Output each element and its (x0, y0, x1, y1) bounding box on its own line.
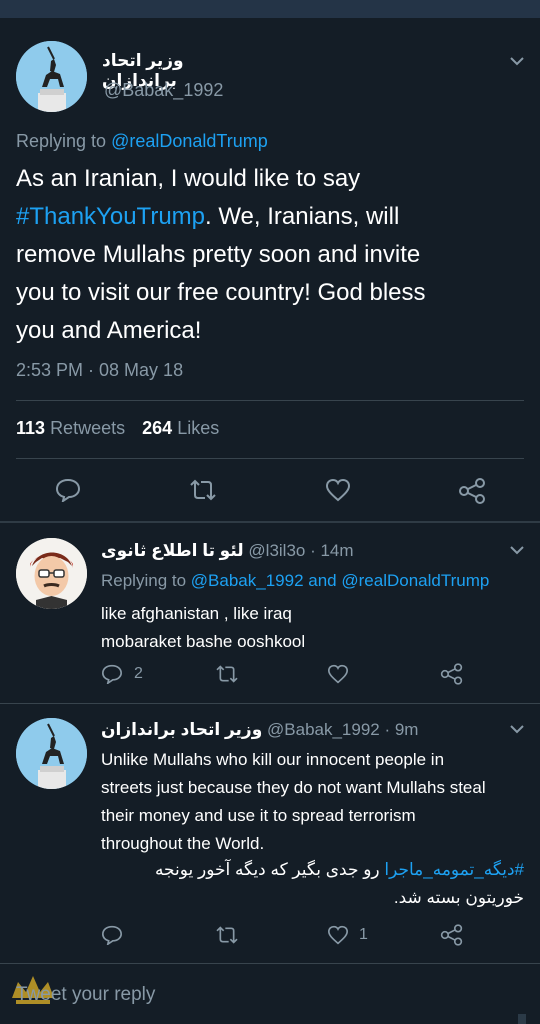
reply-line: like afghanistan , like iraq (101, 604, 292, 623)
tweet-line: #ThankYouTrump. We, Iranians, will (16, 198, 516, 236)
handle-time[interactable]: @l3il3o · 14m (248, 541, 353, 560)
display-name[interactable]: لئو تا اطلاع ثانوی (101, 541, 244, 560)
replying-to-link[interactable]: @realDonaldTrump (341, 571, 489, 590)
retweets-label[interactable]: Retweets (50, 418, 125, 438)
replying-and: and (308, 571, 337, 590)
replying-to: Replying to @realDonaldTrump (16, 131, 268, 152)
replying-to-link[interactable]: @realDonaldTrump (111, 131, 268, 151)
tweet-line: remove Mullahs pretty soon and invite (16, 236, 516, 274)
reply-icon[interactable] (55, 478, 81, 502)
divider (0, 703, 540, 704)
scroll-indicator (518, 1014, 526, 1024)
reply-line: throughout the World. (101, 834, 265, 853)
section-divider (0, 521, 540, 523)
tweet-text-segment: As an Iranian, I would like to say (16, 165, 361, 192)
reply-header: وزیر اتحاد براندازان @Babak_1992 · 9m (101, 720, 418, 740)
persian-text: #دیگه_تمومه_ماجرا رو جدی بگیر که دیگه آخ… (101, 856, 524, 912)
timestamp: 2:53 PM · 08 May 18 (16, 360, 184, 380)
like-icon[interactable] (327, 664, 349, 684)
share-icon[interactable] (440, 924, 463, 946)
replying-prefix: Replying to (16, 131, 107, 151)
tweet-text-segment: you to visit our free country! God bless (16, 279, 426, 306)
like-count: 1 (359, 926, 368, 943)
avatar[interactable] (16, 718, 87, 789)
reply-input[interactable]: Tweet your reply (16, 984, 155, 1006)
cartoon-face-avatar-icon (16, 538, 87, 609)
persian-text-segment: رو جدی بگیر که دیگه آخور یونجه (154, 860, 385, 879)
replying-to-link[interactable]: @Babak_1992 (191, 571, 304, 590)
replying-to: Replying to @Babak_1992 and @realDonaldT… (101, 571, 489, 591)
tweet-line: you and America! (16, 312, 516, 350)
reply-line: streets just because they do not want Mu… (101, 778, 486, 797)
like-icon[interactable] (327, 925, 349, 945)
tweet-text-segment: . We, Iranians, will (205, 203, 400, 230)
reply-line: mobaraket bashe ooshkool (101, 632, 306, 651)
tweet-text-segment: remove Mullahs pretty soon and invite (16, 241, 421, 268)
reply-header: لئو تا اطلاع ثانوی @l3il3o · 14m (101, 541, 354, 561)
avatar[interactable] (16, 538, 87, 609)
tweet-line: As an Iranian, I would like to say (16, 160, 516, 198)
reply-line: Unlike Mullahs who kill our innocent peo… (101, 750, 445, 769)
likes-count[interactable]: 264 (142, 418, 172, 438)
chevron-down-icon[interactable] (510, 545, 524, 555)
tweet-text-segment: you and America! (16, 317, 202, 344)
replying-prefix: Replying to (101, 571, 187, 590)
persian-line: #دیگه_تمومه_ماجرا رو جدی بگیر که دیگه آخ… (101, 856, 524, 884)
retweet-icon[interactable] (214, 925, 240, 945)
reply-icon[interactable] (101, 664, 123, 684)
hashtag-link[interactable]: #دیگه_تمومه_ماجرا (384, 860, 524, 879)
share-icon[interactable] (458, 478, 486, 504)
handle[interactable]: @Babak_1992 (104, 80, 223, 101)
tweet-text: As an Iranian, I would like to say #Than… (16, 160, 516, 350)
statue-avatar-icon (16, 718, 87, 789)
share-icon[interactable] (440, 663, 463, 685)
avatar[interactable] (16, 41, 87, 112)
retweets-count[interactable]: 113 (16, 418, 45, 438)
reply-text: like afghanistan , like iraq mobaraket b… (101, 600, 305, 656)
engagement-stats: 113 Retweets 264 Likes (16, 418, 219, 439)
reply-icon[interactable] (101, 925, 123, 945)
display-name[interactable]: وزیر اتحاد براندازان (101, 720, 262, 739)
reply-compose-bar[interactable]: Tweet your reply (0, 964, 540, 1024)
top-bar (0, 0, 540, 18)
chevron-down-icon[interactable] (510, 724, 524, 734)
divider (16, 458, 524, 459)
hashtag-link[interactable]: #ThankYouTrump (16, 203, 205, 230)
chevron-down-icon[interactable] (510, 56, 524, 66)
likes-label[interactable]: Likes (177, 418, 219, 438)
tweet-line: you to visit our free country! God bless (16, 274, 516, 312)
reply-count: 2 (134, 665, 143, 682)
retweet-icon[interactable] (214, 664, 240, 684)
reply-line: their money and use it to spread terrori… (101, 806, 416, 825)
reply-text: Unlike Mullahs who kill our innocent peo… (101, 746, 531, 858)
divider (16, 400, 524, 401)
persian-line: خوریتون بسته شد. (393, 888, 524, 907)
handle-time[interactable]: @Babak_1992 · 9m (267, 720, 418, 739)
retweet-icon[interactable] (188, 478, 218, 502)
like-icon[interactable] (325, 478, 351, 502)
statue-avatar-icon (16, 41, 87, 112)
